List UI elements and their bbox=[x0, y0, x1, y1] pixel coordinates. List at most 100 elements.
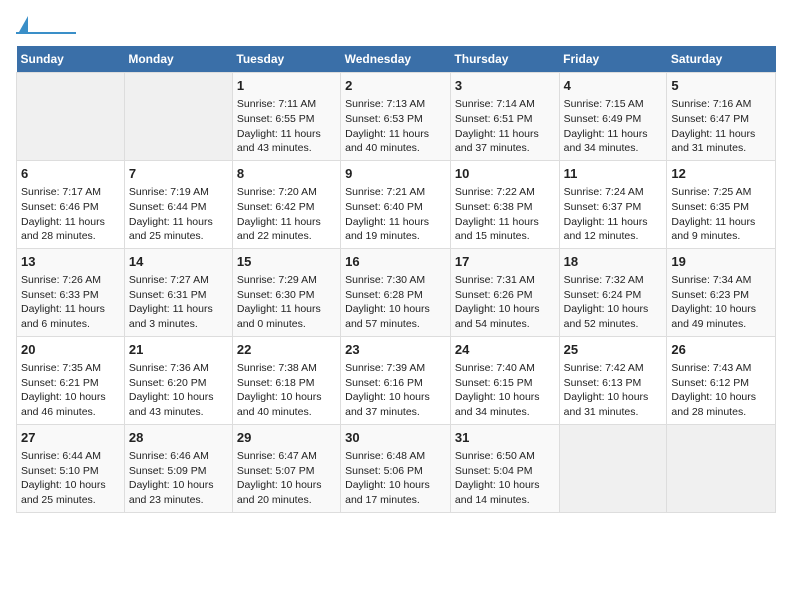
day-info: Sunrise: 7:27 AM bbox=[129, 273, 228, 288]
day-info: Daylight: 10 hours and 52 minutes. bbox=[564, 302, 663, 331]
calendar-cell: 7Sunrise: 7:19 AMSunset: 6:44 PMDaylight… bbox=[124, 160, 232, 248]
calendar-cell: 30Sunrise: 6:48 AMSunset: 5:06 PMDayligh… bbox=[341, 424, 451, 512]
day-info: Sunset: 5:09 PM bbox=[129, 464, 228, 479]
day-info: Sunset: 6:26 PM bbox=[455, 288, 555, 303]
day-number: 22 bbox=[237, 341, 336, 359]
day-info: Sunrise: 7:14 AM bbox=[455, 97, 555, 112]
day-info: Daylight: 11 hours and 22 minutes. bbox=[237, 215, 336, 244]
day-info: Daylight: 11 hours and 12 minutes. bbox=[564, 215, 663, 244]
day-info: Sunrise: 7:11 AM bbox=[237, 97, 336, 112]
day-number: 26 bbox=[671, 341, 771, 359]
day-info: Sunset: 6:15 PM bbox=[455, 376, 555, 391]
calendar-cell: 4Sunrise: 7:15 AMSunset: 6:49 PMDaylight… bbox=[559, 73, 667, 161]
col-saturday: Saturday bbox=[667, 46, 776, 73]
day-info: Daylight: 11 hours and 0 minutes. bbox=[237, 302, 336, 331]
day-info: Daylight: 10 hours and 20 minutes. bbox=[237, 478, 336, 507]
day-number: 1 bbox=[237, 77, 336, 95]
calendar-cell: 20Sunrise: 7:35 AMSunset: 6:21 PMDayligh… bbox=[17, 336, 125, 424]
calendar-cell: 14Sunrise: 7:27 AMSunset: 6:31 PMDayligh… bbox=[124, 248, 232, 336]
calendar-cell bbox=[124, 73, 232, 161]
day-info: Sunrise: 7:21 AM bbox=[345, 185, 446, 200]
day-number: 13 bbox=[21, 253, 120, 271]
calendar-cell bbox=[17, 73, 125, 161]
day-info: Daylight: 10 hours and 37 minutes. bbox=[345, 390, 446, 419]
calendar-cell: 21Sunrise: 7:36 AMSunset: 6:20 PMDayligh… bbox=[124, 336, 232, 424]
day-info: Sunrise: 7:13 AM bbox=[345, 97, 446, 112]
calendar-cell: 29 Sunrise: 6:47 AMSunset: 5:07 PMDayligh… bbox=[232, 424, 340, 512]
col-tuesday: Tuesday bbox=[232, 46, 340, 73]
calendar-cell: 25Sunrise: 7:42 AMSunset: 6:13 PMDayligh… bbox=[559, 336, 667, 424]
day-info: Sunset: 6:55 PM bbox=[237, 112, 336, 127]
day-info: Sunset: 5:07 PM bbox=[237, 464, 336, 479]
day-info: Sunrise: 7:36 AM bbox=[129, 361, 228, 376]
col-thursday: Thursday bbox=[450, 46, 559, 73]
day-number: 14 bbox=[129, 253, 228, 271]
calendar-week-row: 20Sunrise: 7:35 AMSunset: 6:21 PMDayligh… bbox=[17, 336, 776, 424]
day-number: 12 bbox=[671, 165, 771, 183]
day-info: Sunset: 6:38 PM bbox=[455, 200, 555, 215]
day-number: 20 bbox=[21, 341, 120, 359]
day-info: Sunrise: 7:31 AM bbox=[455, 273, 555, 288]
day-info: Sunset: 6:51 PM bbox=[455, 112, 555, 127]
day-info: Sunset: 6:21 PM bbox=[21, 376, 120, 391]
day-info: Sunset: 6:31 PM bbox=[129, 288, 228, 303]
day-info: Sunset: 6:16 PM bbox=[345, 376, 446, 391]
col-friday: Friday bbox=[559, 46, 667, 73]
calendar-week-row: 27Sunrise: 6:44 AMSunset: 5:10 PMDayligh… bbox=[17, 424, 776, 512]
calendar-cell: 24Sunrise: 7:40 AMSunset: 6:15 PMDayligh… bbox=[450, 336, 559, 424]
day-number: 30 bbox=[345, 429, 446, 447]
day-info: Sunrise: 7:17 AM bbox=[21, 185, 120, 200]
day-info: Sunrise: 7:24 AM bbox=[564, 185, 663, 200]
day-info: Sunset: 6:28 PM bbox=[345, 288, 446, 303]
day-info: Daylight: 11 hours and 43 minutes. bbox=[237, 127, 336, 156]
day-number: 18 bbox=[564, 253, 663, 271]
day-info: Daylight: 11 hours and 19 minutes. bbox=[345, 215, 446, 244]
day-number: 3 bbox=[455, 77, 555, 95]
logo-underline bbox=[16, 32, 76, 34]
day-info: Daylight: 11 hours and 25 minutes. bbox=[129, 215, 228, 244]
day-number: 24 bbox=[455, 341, 555, 359]
day-info: Sunrise: 7:15 AM bbox=[564, 97, 663, 112]
calendar-cell: 9Sunrise: 7:21 AMSunset: 6:40 PMDaylight… bbox=[341, 160, 451, 248]
day-number: 8 bbox=[237, 165, 336, 183]
calendar-body: 1Sunrise: 7:11 AMSunset: 6:55 PMDaylight… bbox=[17, 73, 776, 513]
calendar-cell bbox=[667, 424, 776, 512]
day-info: Sunset: 6:49 PM bbox=[564, 112, 663, 127]
calendar-cell: 22Sunrise: 7:38 AMSunset: 6:18 PMDayligh… bbox=[232, 336, 340, 424]
day-info: Sunset: 6:35 PM bbox=[671, 200, 771, 215]
day-info: Daylight: 10 hours and 40 minutes. bbox=[237, 390, 336, 419]
day-number: 29 bbox=[237, 429, 336, 447]
day-info: Daylight: 11 hours and 40 minutes. bbox=[345, 127, 446, 156]
day-number: 31 bbox=[455, 429, 555, 447]
calendar-cell: 26Sunrise: 7:43 AMSunset: 6:12 PMDayligh… bbox=[667, 336, 776, 424]
calendar-cell: 8Sunrise: 7:20 AMSunset: 6:42 PMDaylight… bbox=[232, 160, 340, 248]
day-info: Daylight: 11 hours and 31 minutes. bbox=[671, 127, 771, 156]
calendar-cell: 18Sunrise: 7:32 AMSunset: 6:24 PMDayligh… bbox=[559, 248, 667, 336]
day-info: Daylight: 11 hours and 37 minutes. bbox=[455, 127, 555, 156]
day-number: 10 bbox=[455, 165, 555, 183]
calendar-cell: 2Sunrise: 7:13 AMSunset: 6:53 PMDaylight… bbox=[341, 73, 451, 161]
day-info: Sunrise: 6:47 AM bbox=[237, 449, 336, 464]
day-info: Daylight: 11 hours and 28 minutes. bbox=[21, 215, 120, 244]
day-info: Sunrise: 7:43 AM bbox=[671, 361, 771, 376]
calendar-cell: 3 Sunrise: 7:14 AMSunset: 6:51 PMDaylight… bbox=[450, 73, 559, 161]
day-info: Daylight: 10 hours and 46 minutes. bbox=[21, 390, 120, 419]
day-info: Sunrise: 7:22 AM bbox=[455, 185, 555, 200]
day-info: Sunset: 6:18 PM bbox=[237, 376, 336, 391]
day-number: 16 bbox=[345, 253, 446, 271]
day-info: Daylight: 10 hours and 14 minutes. bbox=[455, 478, 555, 507]
calendar-cell: 1 Sunrise: 7:11 AMSunset: 6:55 PMDaylight… bbox=[232, 73, 340, 161]
day-info: Sunrise: 7:34 AM bbox=[671, 273, 771, 288]
logo-triangle-icon bbox=[19, 16, 28, 32]
day-info: Sunset: 6:37 PM bbox=[564, 200, 663, 215]
day-number: 21 bbox=[129, 341, 228, 359]
day-info: Sunset: 6:44 PM bbox=[129, 200, 228, 215]
day-info: Sunrise: 6:46 AM bbox=[129, 449, 228, 464]
day-info: Sunset: 6:40 PM bbox=[345, 200, 446, 215]
day-info: Sunrise: 7:32 AM bbox=[564, 273, 663, 288]
day-info: Sunset: 6:20 PM bbox=[129, 376, 228, 391]
logo bbox=[16, 16, 76, 34]
calendar-cell: 16Sunrise: 7:30 AMSunset: 6:28 PMDayligh… bbox=[341, 248, 451, 336]
day-info: Sunrise: 6:50 AM bbox=[455, 449, 555, 464]
day-info: Sunset: 6:12 PM bbox=[671, 376, 771, 391]
